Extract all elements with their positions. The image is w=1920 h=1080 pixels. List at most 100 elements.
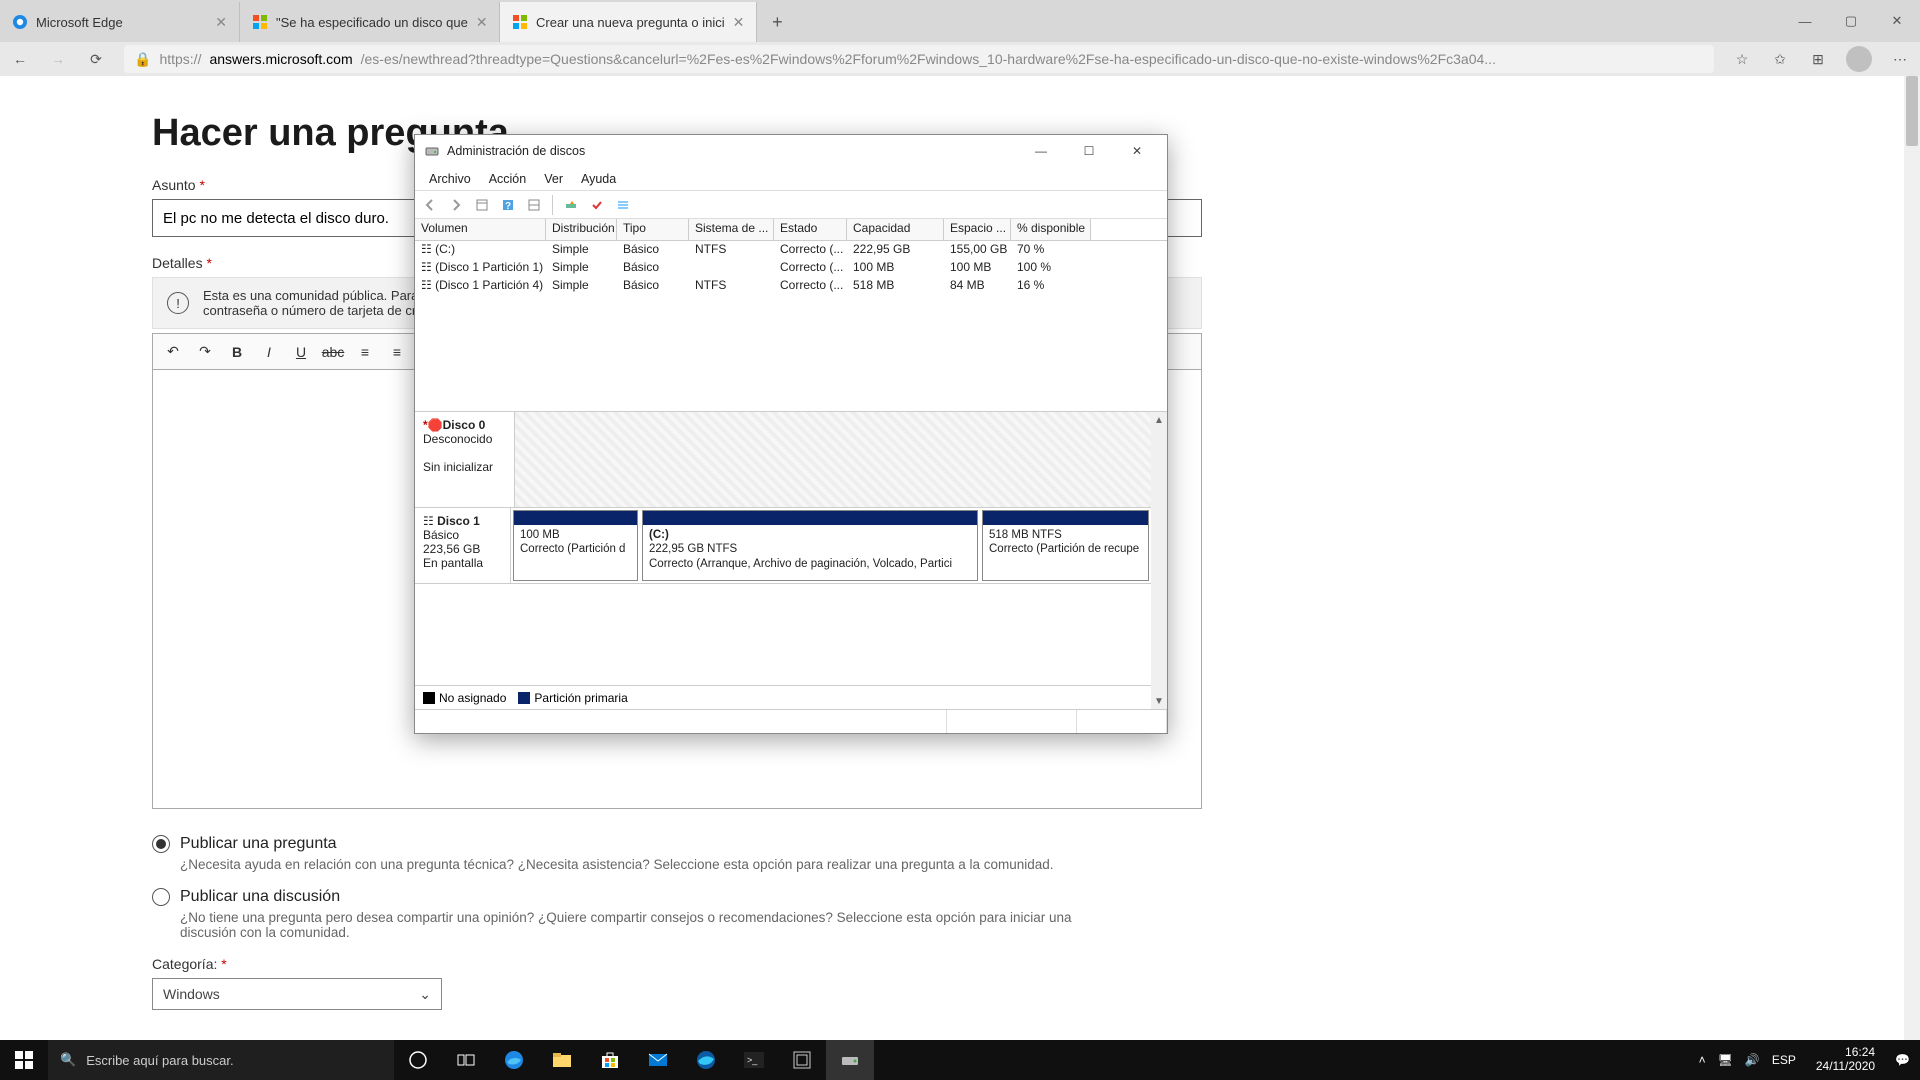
edge2-icon[interactable] bbox=[682, 1040, 730, 1080]
dm-scrollbar[interactable]: ▲▼ bbox=[1151, 412, 1167, 709]
underline-button[interactable]: U bbox=[287, 338, 315, 366]
radio-discussion-label: Publicar una discusión bbox=[180, 888, 340, 906]
menu-archivo[interactable]: Archivo bbox=[421, 170, 479, 188]
dm-maximize[interactable]: ☐ bbox=[1069, 138, 1109, 164]
partition[interactable]: (C:)222,95 GB NTFSCorrecto (Arranque, Ar… bbox=[642, 510, 978, 581]
tool-help[interactable]: ? bbox=[497, 194, 519, 216]
edge-app-icon[interactable] bbox=[490, 1040, 538, 1080]
post-type-group: Publicar una pregunta ¿Necesita ayuda en… bbox=[152, 835, 1202, 872]
categoria-select[interactable]: Windows ⌄ bbox=[152, 978, 442, 1010]
dm-table-header: Volumen Distribución Tipo Sistema de ...… bbox=[415, 219, 1167, 241]
radio-question[interactable] bbox=[152, 835, 170, 853]
page-scrollbar[interactable] bbox=[1904, 76, 1920, 1080]
disk1-partitions: 100 MBCorrecto (Partición d(C:)222,95 GB… bbox=[511, 508, 1151, 583]
tab-close[interactable]: ✕ bbox=[476, 14, 488, 31]
search-icon: 🔍 bbox=[60, 1052, 76, 1068]
bold-button[interactable]: B bbox=[223, 338, 251, 366]
window-close[interactable]: ✕ bbox=[1874, 0, 1920, 42]
th-tipo[interactable]: Tipo bbox=[617, 219, 689, 240]
cortana-icon[interactable] bbox=[394, 1040, 442, 1080]
disk0-row[interactable]: *🛑Disco 0 Desconocido Sin inicializar bbox=[415, 412, 1151, 508]
menu-button[interactable]: ⋯ bbox=[1890, 49, 1910, 69]
menu-accion[interactable]: Acción bbox=[481, 170, 535, 188]
taskview-icon[interactable] bbox=[442, 1040, 490, 1080]
redo-button[interactable]: ↷ bbox=[191, 338, 219, 366]
tray-chevron[interactable]: ˄ bbox=[1699, 1053, 1706, 1067]
table-row[interactable]: ☷ (C:)SimpleBásicoNTFSCorrecto (...222,9… bbox=[415, 241, 1167, 259]
tool-list[interactable] bbox=[612, 194, 634, 216]
partition[interactable]: 518 MB NTFSCorrecto (Partición de recupe bbox=[982, 510, 1149, 581]
url-rest: /es-es/newthread?threadtype=Questions&ca… bbox=[361, 51, 1496, 67]
legend-swatch-primary bbox=[518, 692, 530, 704]
refresh-button[interactable]: ⟳ bbox=[86, 49, 106, 69]
tool-view2[interactable] bbox=[523, 194, 545, 216]
network-icon[interactable]: 🖥 bbox=[1718, 1053, 1733, 1067]
back-button[interactable]: ← bbox=[10, 49, 30, 69]
diskmgmt-taskbar-icon[interactable] bbox=[826, 1040, 874, 1080]
profile-button[interactable] bbox=[1846, 46, 1872, 72]
radio-discussion[interactable] bbox=[152, 888, 170, 906]
partition[interactable]: 100 MBCorrecto (Partición d bbox=[513, 510, 638, 581]
action-center-icon[interactable]: 💬 bbox=[1895, 1053, 1910, 1067]
th-volumen[interactable]: Volumen bbox=[415, 219, 546, 240]
volume-icon[interactable]: 🔊 bbox=[1745, 1053, 1760, 1067]
window-maximize[interactable]: ▢ bbox=[1828, 0, 1874, 42]
start-button[interactable] bbox=[0, 1040, 48, 1080]
mail-icon[interactable] bbox=[634, 1040, 682, 1080]
settings-icon[interactable] bbox=[778, 1040, 826, 1080]
undo-button[interactable]: ↶ bbox=[159, 338, 187, 366]
tool-action[interactable] bbox=[560, 194, 582, 216]
dm-title: Administración de discos bbox=[447, 144, 1013, 158]
dm-close[interactable]: ✕ bbox=[1117, 138, 1157, 164]
tool-forward[interactable] bbox=[445, 194, 467, 216]
tool-check[interactable] bbox=[586, 194, 608, 216]
ms-favicon bbox=[252, 14, 268, 30]
align-center-button[interactable]: ≡ bbox=[383, 338, 411, 366]
menu-ver[interactable]: Ver bbox=[536, 170, 571, 188]
explorer-icon[interactable] bbox=[538, 1040, 586, 1080]
favorite-button[interactable]: ☆ bbox=[1732, 49, 1752, 69]
tab-strip: Microsoft Edge ✕ "Se ha especificado un … bbox=[0, 0, 1920, 42]
store-icon[interactable] bbox=[586, 1040, 634, 1080]
align-left-button[interactable]: ≡ bbox=[351, 338, 379, 366]
cmd-icon[interactable]: >_ bbox=[730, 1040, 778, 1080]
categoria-label: Categoría: * bbox=[152, 956, 1202, 972]
tab-0[interactable]: Microsoft Edge ✕ bbox=[0, 2, 240, 42]
disk1-row[interactable]: ☷ Disco 1 Básico 223,56 GB En pantalla 1… bbox=[415, 508, 1151, 584]
dm-table-body[interactable]: ☷ (C:)SimpleBásicoNTFSCorrecto (...222,9… bbox=[415, 241, 1167, 411]
th-capacidad[interactable]: Capacidad bbox=[847, 219, 944, 240]
th-sistema[interactable]: Sistema de ... bbox=[689, 219, 774, 240]
tab-2[interactable]: Crear una nueva pregunta o inici ✕ bbox=[500, 2, 757, 42]
dm-minimize[interactable]: — bbox=[1021, 138, 1061, 164]
lock-icon: 🔒 bbox=[134, 51, 151, 68]
svg-text:?: ? bbox=[505, 201, 511, 212]
url-host: answers.microsoft.com bbox=[209, 51, 352, 67]
address-row: ← → ⟳ 🔒 https://answers.microsoft.com/es… bbox=[0, 42, 1920, 76]
address-bar[interactable]: 🔒 https://answers.microsoft.com/es-es/ne… bbox=[124, 45, 1714, 73]
th-distribucion[interactable]: Distribución bbox=[546, 219, 617, 240]
new-tab-button[interactable]: + bbox=[757, 2, 797, 42]
table-row[interactable]: ☷ (Disco 1 Partición 1)SimpleBásicoCorre… bbox=[415, 259, 1167, 277]
svg-text:>_: >_ bbox=[747, 1055, 758, 1065]
collections-button[interactable]: ⊞ bbox=[1808, 49, 1828, 69]
window-minimize[interactable]: — bbox=[1782, 0, 1828, 42]
taskbar-search[interactable]: 🔍 Escribe aquí para buscar. bbox=[48, 1040, 394, 1080]
menu-ayuda[interactable]: Ayuda bbox=[573, 170, 624, 188]
tab-1[interactable]: "Se ha especificado un disco que ✕ bbox=[240, 2, 500, 42]
th-disponible[interactable]: % disponible bbox=[1011, 219, 1091, 240]
tool-view1[interactable] bbox=[471, 194, 493, 216]
th-espacio[interactable]: Espacio ... bbox=[944, 219, 1011, 240]
forward-button: → bbox=[48, 49, 68, 69]
italic-button[interactable]: I bbox=[255, 338, 283, 366]
th-estado[interactable]: Estado bbox=[774, 219, 847, 240]
tab-close[interactable]: ✕ bbox=[215, 14, 227, 31]
lang-indicator[interactable]: ESP bbox=[1772, 1053, 1796, 1067]
table-row[interactable]: ☷ (Disco 1 Partición 4)SimpleBásicoNTFSC… bbox=[415, 277, 1167, 295]
disk-management-window: Administración de discos — ☐ ✕ Archivo A… bbox=[414, 134, 1168, 734]
dm-titlebar[interactable]: Administración de discos — ☐ ✕ bbox=[415, 135, 1167, 167]
clock[interactable]: 16:24 24/11/2020 bbox=[1808, 1046, 1883, 1074]
strike-button[interactable]: abc bbox=[319, 338, 347, 366]
tool-back[interactable] bbox=[419, 194, 441, 216]
favorites-bar-button[interactable]: ✩ bbox=[1770, 49, 1790, 69]
tab-close[interactable]: ✕ bbox=[733, 14, 745, 31]
